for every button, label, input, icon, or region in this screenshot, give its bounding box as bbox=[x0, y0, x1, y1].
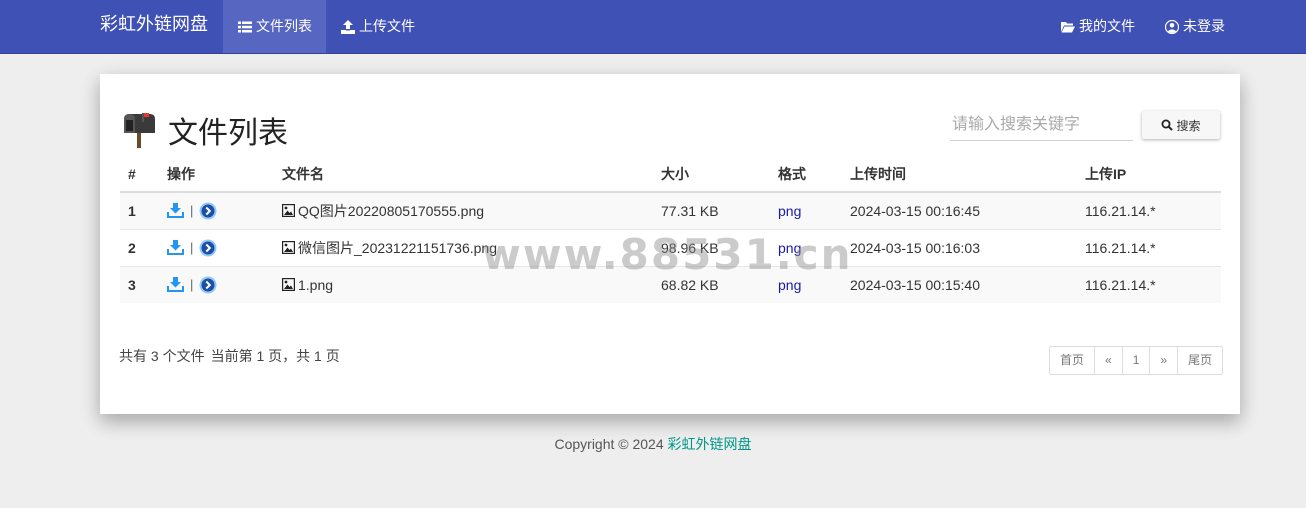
table-row: 2 | 微信图片_20231221151736.png 98.96 KB png… bbox=[120, 228, 1221, 266]
pagination-prev[interactable]: « bbox=[1094, 346, 1123, 375]
search-button-label: 搜索 bbox=[1176, 118, 1201, 133]
column-header-filename: 文件名 bbox=[274, 156, 653, 193]
column-header-index: # bbox=[120, 156, 159, 193]
file-count-text: 共有 3 个文件 bbox=[119, 348, 205, 364]
row-upload-ip: 116.21.14.* bbox=[1077, 191, 1221, 229]
nav-upload-file[interactable]: 上传文件 bbox=[326, 0, 429, 53]
chevron-right-circle-icon[interactable] bbox=[199, 239, 217, 257]
footer: Copyright © 2024 彩虹外链网盘 bbox=[0, 434, 1306, 454]
image-file-icon bbox=[282, 278, 295, 292]
pagination: 首页 « 1 » 尾页 bbox=[1049, 346, 1224, 375]
table-header-row: # 操作 文件名 大小 格式 上传时间 上传IP bbox=[120, 156, 1221, 193]
filename-text: 1.png bbox=[298, 276, 334, 293]
table-row: 3 | 1.png 68.82 KB png 2024-03-15 00:15:… bbox=[120, 265, 1221, 303]
page-header: 文件列表 bbox=[120, 108, 288, 152]
row-index: 3 bbox=[120, 265, 159, 303]
footer-site-link[interactable]: 彩虹外链网盘 bbox=[668, 436, 752, 452]
nav-my-files[interactable]: 我的文件 bbox=[1046, 0, 1150, 53]
row-index: 1 bbox=[120, 191, 159, 229]
chevron-right-circle-icon[interactable] bbox=[199, 202, 217, 220]
nav-my-files-label: 我的文件 bbox=[1079, 18, 1135, 34]
row-format[interactable]: png bbox=[770, 265, 842, 303]
column-header-format: 格式 bbox=[770, 156, 842, 193]
row-filename[interactable]: 微信图片_20231221151736.png bbox=[274, 228, 653, 266]
pagination-last[interactable]: 尾页 bbox=[1177, 346, 1224, 375]
page-title: 文件列表 bbox=[168, 117, 288, 150]
download-icon[interactable] bbox=[167, 239, 184, 256]
nav-login-status[interactable]: 未登录 bbox=[1150, 0, 1240, 53]
row-actions: | bbox=[159, 265, 274, 303]
file-list-card: 文件列表 搜索 # 操作 文件名 大小 格式 上传时间 上传IP 1 bbox=[100, 74, 1240, 414]
download-icon[interactable] bbox=[167, 202, 184, 219]
column-header-upload-ip: 上传IP bbox=[1077, 156, 1221, 193]
row-upload-time: 2024-03-15 00:16:45 bbox=[842, 191, 1077, 229]
pagination-first[interactable]: 首页 bbox=[1049, 346, 1096, 375]
action-separator: | bbox=[190, 203, 194, 219]
nav-login-label: 未登录 bbox=[1183, 18, 1225, 34]
list-icon bbox=[238, 20, 252, 34]
action-separator: | bbox=[190, 240, 194, 255]
nav-upload-file-label: 上传文件 bbox=[359, 18, 415, 34]
row-format[interactable]: png bbox=[770, 228, 842, 266]
pagination-next[interactable]: » bbox=[1149, 346, 1179, 375]
page-info-text: 当前第 1 页，共 1 页 bbox=[210, 348, 340, 364]
row-actions: | bbox=[159, 228, 274, 266]
row-upload-ip: 116.21.14.* bbox=[1077, 265, 1221, 303]
file-summary: 共有 3 个文件 当前第 1 页，共 1 页 bbox=[119, 346, 340, 366]
pagination-current[interactable]: 1 bbox=[1121, 346, 1151, 375]
column-header-upload-time: 上传时间 bbox=[842, 156, 1077, 193]
brand-link[interactable]: 彩虹外链网盘 bbox=[100, 0, 208, 48]
row-format[interactable]: png bbox=[770, 191, 842, 229]
copyright-text: Copyright © 2024 bbox=[554, 436, 664, 452]
top-navbar: 彩虹外链网盘 文件列表 上传文件 我的文件 未登录 bbox=[0, 0, 1306, 54]
row-size: 68.82 KB bbox=[653, 265, 770, 303]
row-upload-time: 2024-03-15 00:15:40 bbox=[842, 265, 1077, 303]
search-button[interactable]: 搜索 bbox=[1142, 111, 1220, 139]
row-size: 77.31 KB bbox=[653, 191, 770, 229]
mailbox-icon bbox=[120, 111, 158, 149]
chevron-right-circle-icon[interactable] bbox=[199, 276, 217, 294]
column-header-actions: 操作 bbox=[159, 156, 274, 193]
row-index: 2 bbox=[120, 228, 159, 266]
action-separator: | bbox=[190, 277, 194, 293]
row-upload-time: 2024-03-15 00:16:03 bbox=[842, 228, 1077, 266]
file-table: # 操作 文件名 大小 格式 上传时间 上传IP 1 | QQ图片2022080… bbox=[120, 156, 1221, 303]
nav-file-list-label: 文件列表 bbox=[256, 18, 312, 34]
image-file-icon bbox=[282, 204, 295, 218]
upload-icon bbox=[341, 19, 355, 34]
folder-open-icon bbox=[1061, 20, 1075, 34]
row-upload-ip: 116.21.14.* bbox=[1077, 228, 1221, 266]
table-row: 1 | QQ图片20220805170555.png 77.31 KB png … bbox=[120, 191, 1221, 229]
row-filename[interactable]: 1.png bbox=[274, 265, 653, 303]
row-filename[interactable]: QQ图片20220805170555.png bbox=[274, 191, 653, 229]
image-file-icon bbox=[282, 241, 295, 254]
nav-file-list[interactable]: 文件列表 bbox=[223, 0, 326, 53]
row-size: 98.96 KB bbox=[653, 228, 770, 266]
filename-text: 微信图片_20231221151736.png bbox=[298, 239, 498, 256]
column-header-size: 大小 bbox=[653, 156, 770, 193]
search-icon bbox=[1161, 119, 1174, 131]
row-actions: | bbox=[159, 191, 274, 229]
user-circle-icon bbox=[1165, 19, 1179, 34]
filename-text: QQ图片20220805170555.png bbox=[298, 202, 485, 219]
search-input[interactable] bbox=[950, 109, 1133, 141]
download-icon[interactable] bbox=[167, 276, 184, 293]
